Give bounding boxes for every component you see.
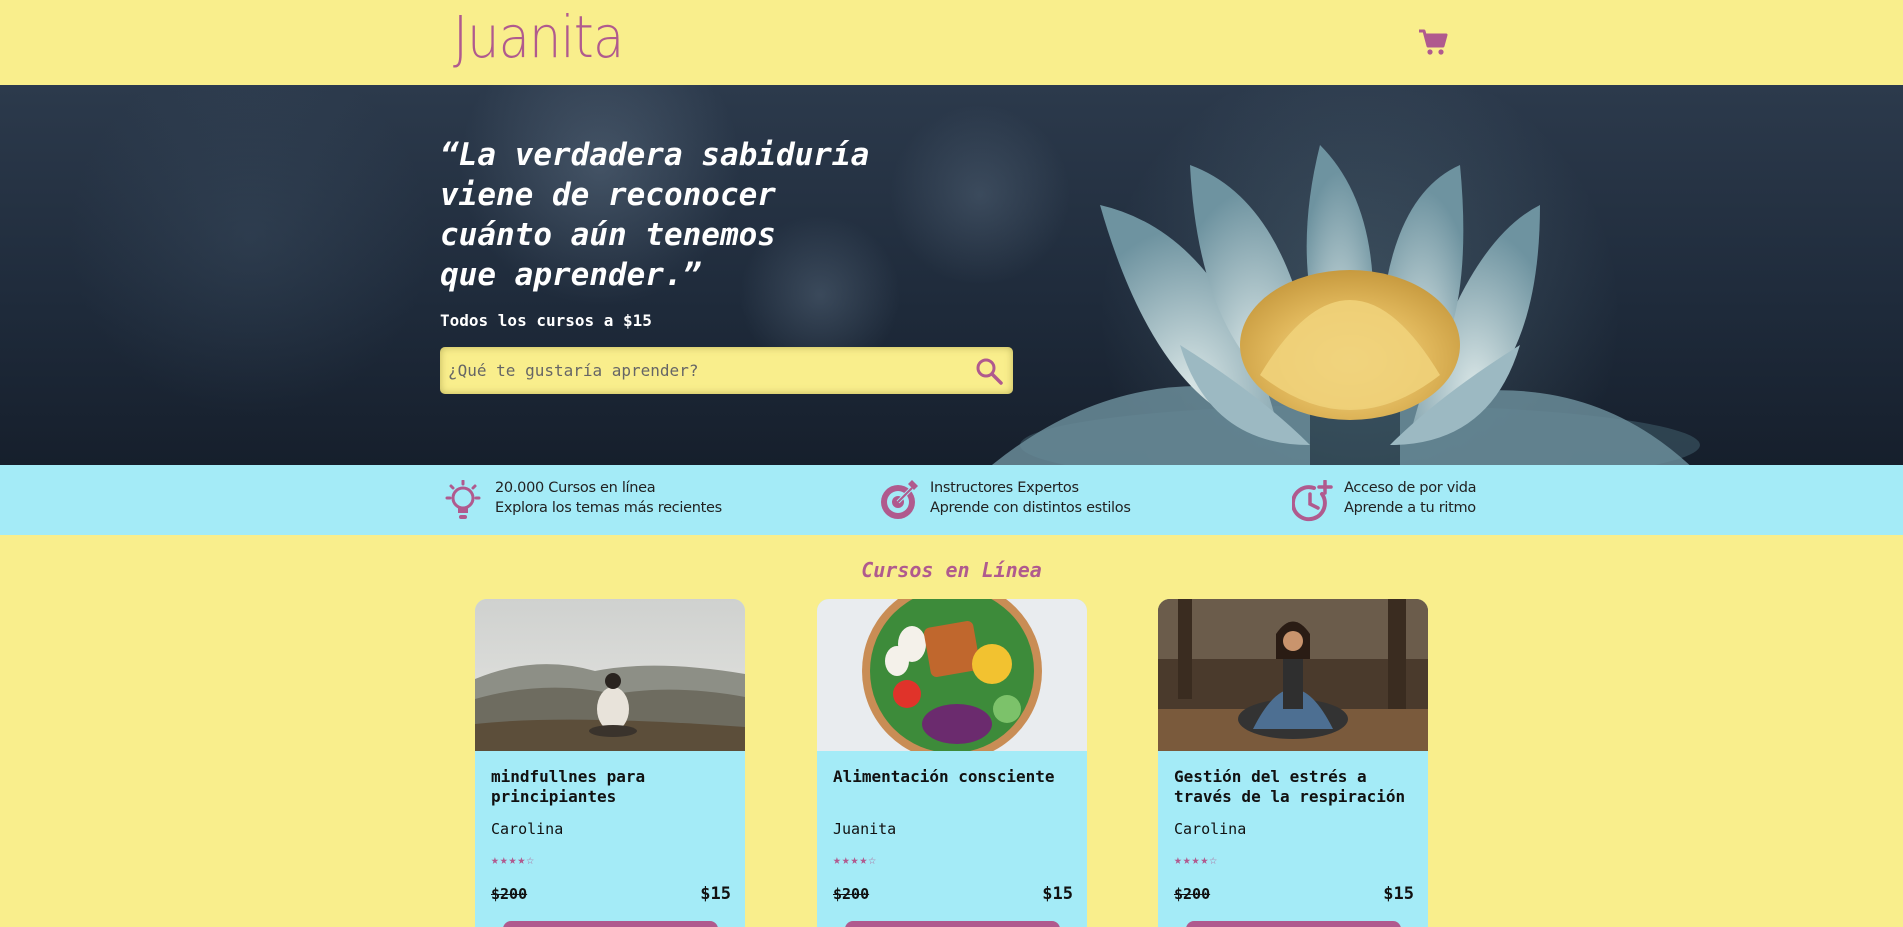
course-author: Carolina <box>491 820 564 838</box>
course-rating: ★★★★☆ <box>1174 853 1219 868</box>
course-title[interactable]: Gestión del estrés a través de la respir… <box>1174 767 1419 807</box>
course-rating: ★★★★☆ <box>491 853 536 868</box>
lotus-flower-image <box>992 145 1700 465</box>
lightbulb-icon <box>445 480 481 519</box>
buy-button[interactable] <box>503 921 718 927</box>
course-old-price: $200 <box>491 885 528 903</box>
buy-button[interactable] <box>1186 921 1401 927</box>
course-title[interactable]: Alimentación consciente <box>833 767 1078 787</box>
feature-courses-title: 20.000 Cursos en línea <box>495 480 656 496</box>
feature-access-subtitle: Aprende a tu ritmo <box>1344 500 1476 516</box>
course-image-meditation-mountains <box>475 599 745 751</box>
site-header: Juanita <box>0 0 1903 85</box>
course-card[interactable]: Alimentación consciente Juanita ★★★★☆ $2… <box>817 599 1087 927</box>
course-old-price: $200 <box>833 885 870 903</box>
course-price: $15 <box>1042 884 1073 904</box>
course-card[interactable]: mindfullnes para principiantes Carolina … <box>475 599 745 927</box>
search-bar <box>440 347 1013 394</box>
target-icon <box>881 480 918 519</box>
clock-plus-icon <box>1292 480 1333 522</box>
buy-button[interactable] <box>845 921 1060 927</box>
feature-courses-subtitle: Explora los temas más recientes <box>495 500 722 516</box>
course-price: $15 <box>700 884 731 904</box>
course-author: Carolina <box>1174 820 1247 838</box>
course-image-salad-bowl <box>817 599 1087 751</box>
hero-promo: Todos los cursos a $15 <box>440 311 652 330</box>
feature-access-title: Acceso de por vida <box>1344 480 1477 496</box>
features-bar: 20.000 Cursos en línea Explora los temas… <box>0 465 1903 535</box>
hero-quote: “La verdadera sabiduría viene de reconoc… <box>440 137 870 293</box>
search-input[interactable] <box>448 347 968 394</box>
site-logo[interactable]: Juanita <box>453 8 624 66</box>
course-price: $15 <box>1383 884 1414 904</box>
course-rating: ★★★★☆ <box>833 853 878 868</box>
search-icon[interactable] <box>975 357 1003 385</box>
section-title: Cursos en Línea <box>861 558 1042 582</box>
course-title[interactable]: mindfullnes para principiantes <box>491 767 736 807</box>
hero-banner: “La verdadera sabiduría viene de reconoc… <box>0 85 1903 465</box>
shopping-cart-icon[interactable] <box>1418 28 1448 56</box>
course-author: Juanita <box>833 820 897 838</box>
feature-instructors-title: Instructores Expertos <box>930 480 1079 496</box>
course-old-price: $200 <box>1174 885 1211 903</box>
feature-instructors-subtitle: Aprende con distintos estilos <box>930 500 1131 516</box>
course-image-woman-meditating <box>1158 599 1428 751</box>
course-card[interactable]: Gestión del estrés a través de la respir… <box>1158 599 1428 927</box>
